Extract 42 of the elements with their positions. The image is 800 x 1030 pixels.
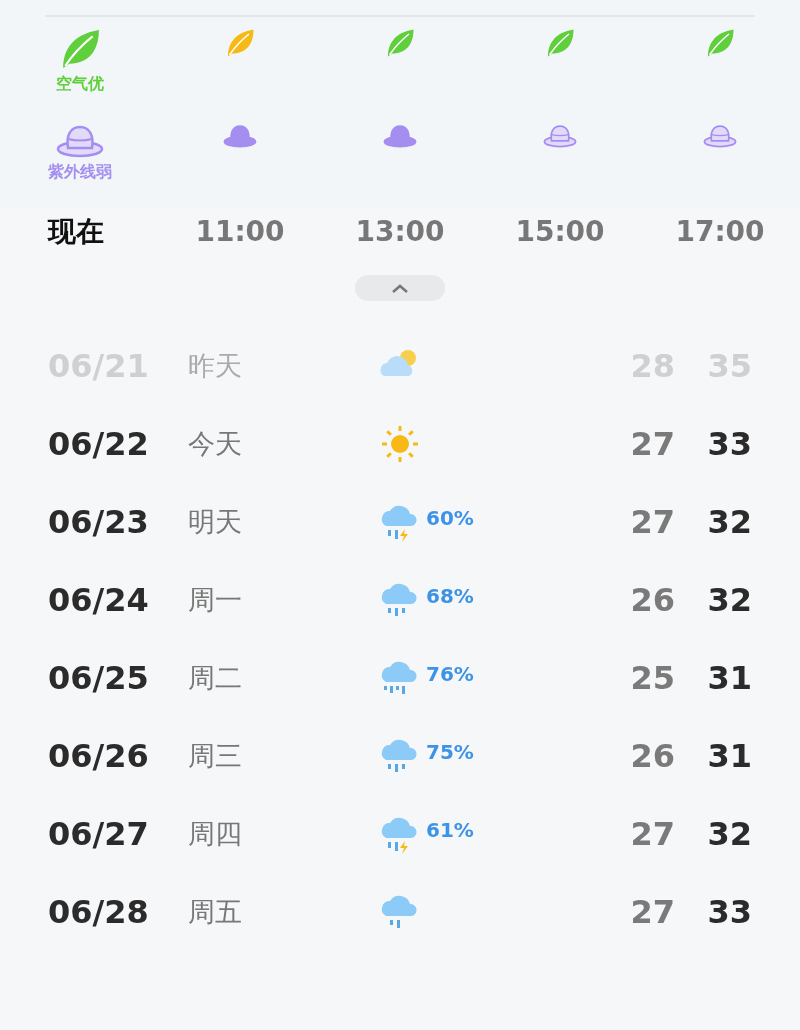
hour-label: 11:00: [195, 214, 285, 250]
weekday-label: 今天: [188, 426, 243, 461]
air-quality-label: 空气优: [56, 73, 104, 95]
low-temperature: 27: [629, 424, 675, 465]
weekday-label: 周二: [188, 660, 243, 695]
weekday-label: 周五: [188, 894, 243, 929]
date-label: 06/24: [48, 580, 150, 621]
low-temperature: 26: [629, 580, 675, 621]
precipitation-chance: 68%: [426, 583, 474, 610]
high-temperature: 32: [706, 580, 752, 621]
precipitation-chance: 60%: [426, 505, 474, 532]
date-label: 06/27: [48, 814, 150, 855]
hour-label: 15:00: [515, 214, 605, 250]
date-label: 06/23: [48, 502, 150, 543]
weekday-label: 昨天: [188, 348, 243, 383]
weekday-label: 周三: [188, 738, 243, 773]
high-temperature: 33: [706, 892, 752, 933]
low-temperature: 25: [629, 658, 675, 699]
high-temperature: 32: [706, 814, 752, 855]
date-label: 06/28: [48, 892, 150, 933]
low-temperature: 27: [629, 502, 675, 543]
high-temperature: 31: [706, 658, 752, 699]
high-temperature: 32: [706, 502, 752, 543]
precipitation-chance: 76%: [426, 661, 474, 688]
collapse-button[interactable]: [355, 275, 445, 301]
low-temperature: 27: [629, 814, 675, 855]
hour-label: 现在: [48, 214, 104, 250]
low-temperature: 26: [629, 736, 675, 777]
weekday-label: 明天: [188, 504, 243, 539]
low-temperature: 27: [629, 892, 675, 933]
hour-label: 13:00: [355, 214, 445, 250]
weekday-label: 周一: [188, 582, 243, 617]
uv-index-label: 紫外线弱: [48, 161, 112, 183]
high-temperature: 31: [706, 736, 752, 777]
date-label: 06/22: [48, 424, 150, 465]
precipitation-chance: 61%: [426, 817, 474, 844]
date-label: 06/25: [48, 658, 150, 699]
precipitation-chance: 75%: [426, 739, 474, 766]
weekday-label: 周四: [188, 816, 243, 851]
date-label: 06/26: [48, 736, 150, 777]
hour-label: 17:00: [675, 214, 765, 250]
high-temperature: 33: [706, 424, 752, 465]
